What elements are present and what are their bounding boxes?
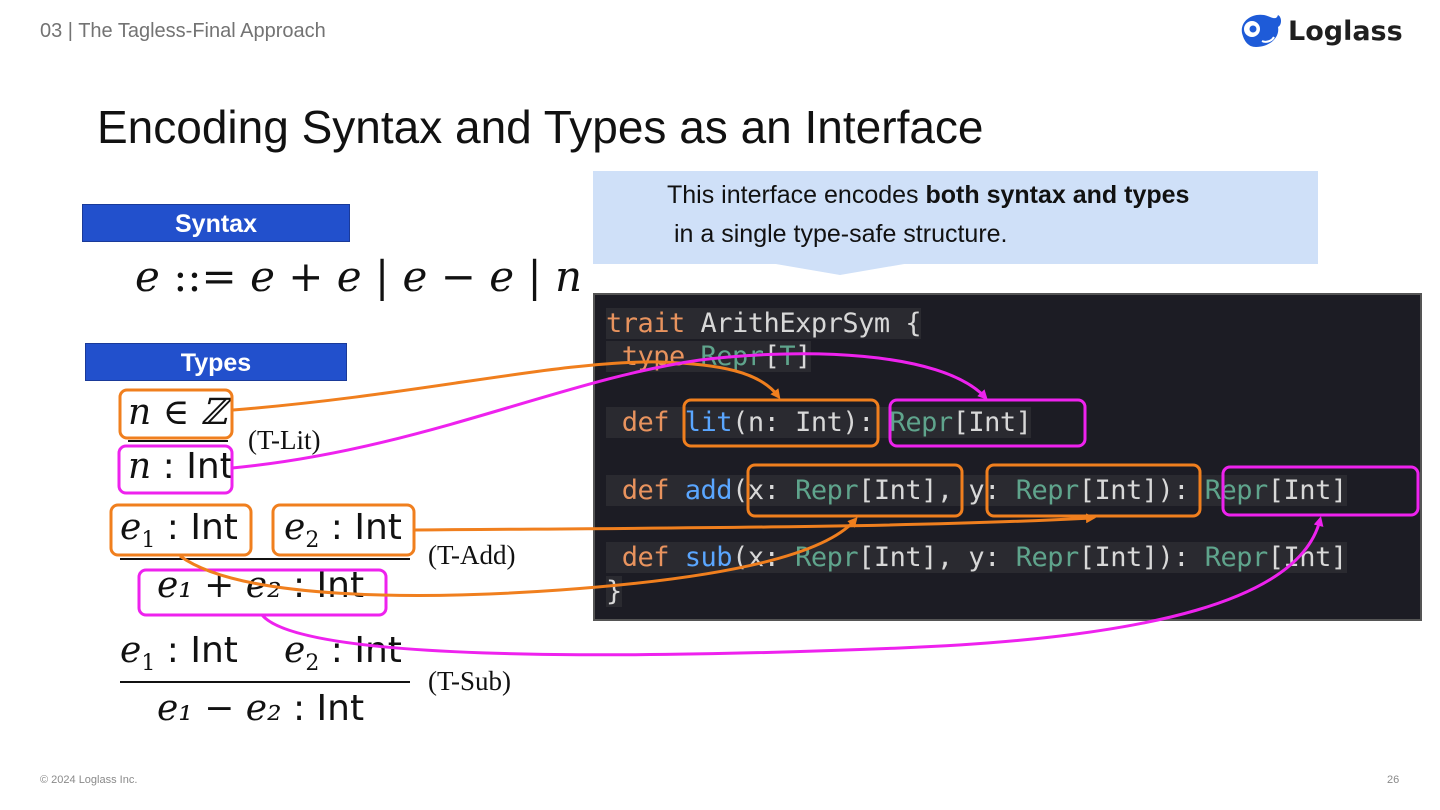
- tsub-premise-2: e2 : Int: [284, 630, 402, 677]
- tlit-name: (T-Lit): [248, 425, 321, 455]
- whale-icon: [1241, 14, 1281, 48]
- tadd-premise-2: e2 : Int: [284, 507, 402, 554]
- syntax-label: Syntax: [82, 204, 350, 242]
- page-number: 26: [1387, 774, 1400, 786]
- grammar-alt-num: n: [555, 252, 583, 301]
- page-title: Encoding Syntax and Types as an Interfac…: [97, 101, 984, 153]
- code-line-close: }: [606, 576, 622, 607]
- callout-line-1: This interface encodes both syntax and t…: [667, 181, 1190, 209]
- tlit-premise: n ∈ ℤ: [128, 392, 227, 433]
- code-line-sub: def sub(x: Repr[Int], y: Repr[Int]): Rep…: [606, 542, 1347, 573]
- footer-copyright: © 2024 Loglass Inc.: [40, 774, 138, 786]
- tlit-bar: [128, 440, 228, 442]
- tsub-premise-1: e1 : Int: [120, 630, 238, 677]
- logo-text: Loglass: [1288, 15, 1403, 47]
- section-label: 03 | The Tagless-Final Approach: [40, 20, 326, 42]
- grammar-def: ::=: [159, 252, 251, 301]
- tsub-name: (T-Sub): [428, 666, 512, 696]
- tsub-bar: [120, 681, 410, 683]
- code-line-type: type Repr[T]: [606, 341, 811, 372]
- tlit-conclusion: n : Int: [128, 446, 234, 487]
- types-label: Types: [85, 343, 347, 381]
- tadd-premise-1: e1 : Int: [120, 507, 238, 554]
- grammar-alt-add: e + e: [250, 252, 362, 301]
- code-line-add: def add(x: Repr[Int], y: Repr[Int]): Rep…: [606, 475, 1347, 506]
- callout-line-2: in a single type-safe structure.: [674, 220, 1008, 248]
- code-line-lit: def lit(n: Int): Repr[Int]: [606, 407, 1032, 438]
- grammar-alt-sub: e − e: [402, 252, 515, 301]
- tadd-conclusion: e₁ + e₂ : Int: [157, 565, 365, 606]
- tsub-conclusion: e₁ − e₂ : Int: [157, 688, 365, 729]
- grammar-sep: |: [361, 252, 403, 301]
- callout-pointer: [770, 263, 910, 275]
- grammar-var: e: [135, 252, 160, 301]
- grammar-sep: |: [514, 252, 555, 301]
- tadd-name: (T-Add): [428, 540, 516, 570]
- syntax-grammar: e ::= e + e | e − e | n: [135, 252, 582, 301]
- logo: Loglass: [1238, 10, 1403, 52]
- tadd-bar: [120, 558, 410, 560]
- code-line-trait: trait ArithExprSym {: [606, 308, 922, 339]
